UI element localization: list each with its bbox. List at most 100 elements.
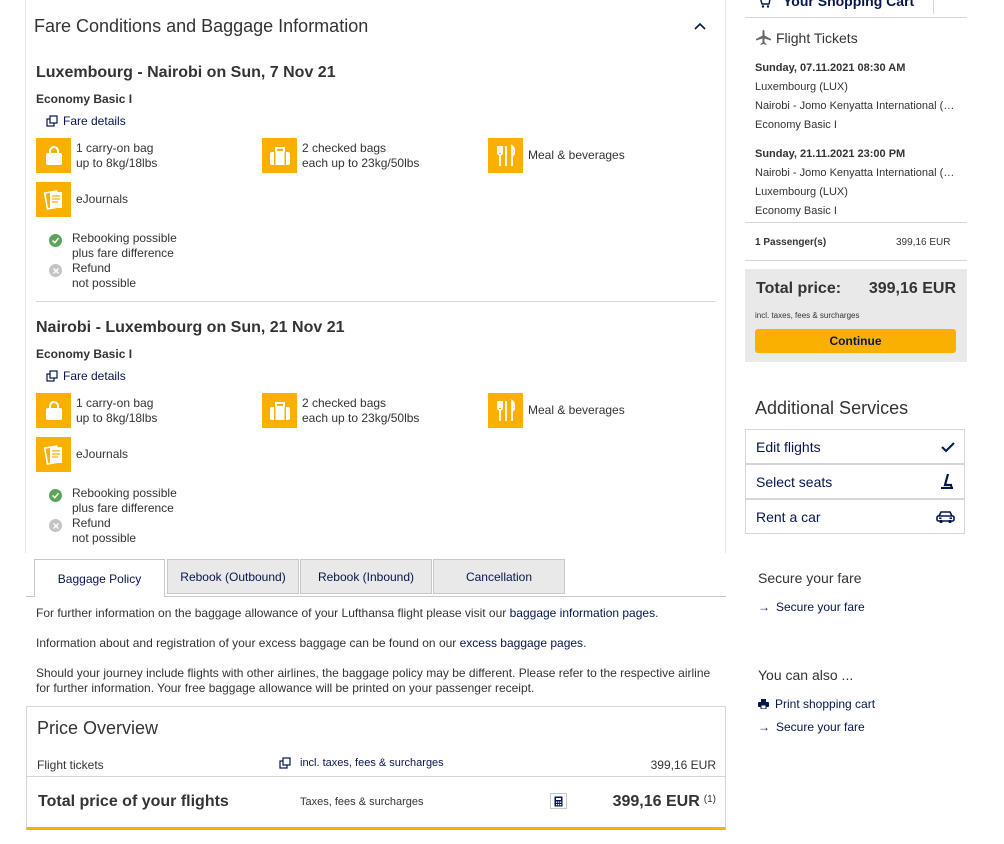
chevron-up-icon[interactable] (693, 20, 707, 34)
excess-baggage-link[interactable]: excess baggage pages (460, 636, 583, 650)
ejournal-icon (36, 437, 71, 472)
accordion-title[interactable]: Fare Conditions and Baggage Information (34, 16, 368, 37)
refund-line1: Refund (72, 261, 111, 275)
meal-feature: Meal & beverages (488, 138, 625, 173)
outbound-fare: Economy Basic I (755, 119, 837, 131)
flight-tickets-title: Flight Tickets (776, 29, 858, 46)
baggage-info-link[interactable]: baggage information pages (510, 606, 655, 620)
shopping-cart-title: Your Shopping Cart (783, 0, 915, 9)
rebooking-condition-inbound: Rebooking possible plus fare difference (49, 486, 177, 516)
calculator-icon[interactable] (550, 793, 567, 809)
inbound-fare: Economy Basic I (755, 205, 837, 217)
tab-cancellation[interactable]: Cancellation (433, 559, 565, 594)
rebooking-line1: Rebooking possible (72, 231, 177, 245)
refund-condition-outbound: Refund not possible (49, 261, 136, 291)
rebooking-line1: Rebooking possible (72, 486, 177, 500)
airplane-icon (756, 30, 771, 45)
car-icon (936, 510, 955, 523)
carry-on-bag-icon (36, 138, 71, 173)
fare-details-label: Fare details (63, 369, 126, 383)
carry-on-bag-icon (36, 393, 71, 428)
x-circle-icon (49, 264, 62, 277)
rebooking-condition-outbound: Rebooking possible plus fare difference (49, 231, 177, 261)
rebooking-line2: plus fare difference (72, 246, 174, 260)
carry-on-line2: up to 8kg/18lbs (76, 410, 158, 425)
policy-text-end: . (583, 636, 587, 650)
total-price-box: Total price: 399,16 EUR incl. taxes, fee… (745, 269, 967, 362)
outbound-date: Sunday, 07.11.2021 08:30 AM (755, 62, 906, 74)
fare-details-link-inbound[interactable]: Fare details (46, 369, 126, 383)
you-can-also-heading: You can also ... (758, 667, 854, 683)
divider (745, 260, 967, 261)
passengers-label: 1 Passenger(s) (755, 237, 827, 248)
inbound-segment: Sunday, 21.11.2021 23:00 PM Nairobi - Jo… (755, 147, 965, 218)
total-amount: 399,16 EUR (612, 793, 700, 810)
select-seats-button[interactable]: Select seats (745, 464, 965, 499)
checked-line2: each up to 23kg/50lbs (302, 155, 420, 170)
outbound-from: Luxembourg (LUX) (755, 81, 848, 93)
arrow-right-icon: → (758, 720, 770, 734)
external-window-icon (46, 115, 58, 127)
refund-line1: Refund (72, 516, 111, 530)
checked-line2: each up to 23kg/50lbs (302, 410, 420, 425)
tab-rebook-inbound[interactable]: Rebook (Inbound) (300, 559, 432, 594)
rent-a-car-button[interactable]: Rent a car (745, 499, 965, 534)
check-circle-icon (49, 489, 62, 502)
tab-baggage-policy[interactable]: Baggage Policy (34, 559, 165, 597)
inbound-to: Luxembourg (LUX) (755, 186, 848, 198)
secure-fare-link-label: Secure your fare (776, 720, 865, 734)
meal-feature: Meal & beverages (488, 393, 625, 428)
inbound-from: Nairobi - Jomo Kenyatta International (… (755, 167, 955, 179)
total-price-label: Total price: (756, 280, 842, 297)
carry-on-line1: 1 carry-on bag (76, 140, 154, 155)
policy-paragraph-2: Information about and registration of yo… (36, 636, 716, 651)
printer-icon (758, 699, 769, 709)
ejournal-icon (36, 182, 71, 217)
shopping-cart-header[interactable]: Your Shopping Cart (745, 0, 967, 18)
divider (745, 222, 967, 223)
external-window-icon (46, 370, 58, 382)
passengers-amount: 399,16 EUR (896, 237, 951, 248)
flight-tickets-heading: Flight Tickets (755, 29, 858, 46)
print-cart-label: Print shopping cart (775, 697, 876, 711)
cutlery-icon (488, 393, 523, 428)
incl-taxes-label: incl. taxes, fees & surcharges (300, 757, 444, 769)
divider (933, 0, 934, 14)
checked-bags-feature: 2 checked bags each up to 23kg/50lbs (262, 393, 419, 428)
checkmark-icon (941, 441, 955, 452)
edit-flights-button[interactable]: Edit flights (745, 429, 965, 464)
meal-label: Meal & beverages (528, 403, 625, 417)
carry-on-line2: up to 8kg/18lbs (76, 155, 158, 170)
x-circle-icon (49, 519, 62, 532)
price-overview-title: Price Overview (37, 718, 159, 738)
tickets-amount: 399,16 EUR (650, 758, 716, 772)
meal-label: Meal & beverages (528, 148, 625, 162)
suitcase-icon (262, 393, 297, 428)
refund-condition-inbound: Refund not possible (49, 516, 136, 546)
select-seats-label: Select seats (756, 473, 833, 490)
secure-fare-heading: Secure your fare (758, 570, 862, 586)
fare-class-inbound: Economy Basic I (36, 347, 133, 361)
rebooking-line2: plus fare difference (72, 501, 174, 515)
incl-taxes-link[interactable]: incl. taxes, fees & surcharges (279, 757, 444, 769)
carry-on-line1: 1 carry-on bag (76, 395, 154, 410)
seat-icon (941, 473, 953, 489)
footnote-mark: (1) (703, 794, 716, 805)
checked-line1: 2 checked bags (302, 395, 387, 410)
additional-services-title: Additional Services (755, 398, 909, 418)
checked-bags-feature: 2 checked bags each up to 23kg/50lbs (262, 138, 419, 173)
external-window-icon (279, 757, 291, 769)
continue-button[interactable]: Continue (755, 329, 956, 353)
fare-class-outbound: Economy Basic I (36, 92, 133, 106)
taxes-label: Taxes, fees & surcharges (300, 796, 424, 808)
secure-fare-link[interactable]: → Secure your fare (758, 600, 865, 614)
tab-rebook-outbound[interactable]: Rebook (Outbound) (167, 559, 299, 594)
policy-text-end: . (655, 606, 659, 620)
fare-details-link-outbound[interactable]: Fare details (46, 114, 126, 128)
secure-fare-link-2[interactable]: → Secure your fare (758, 720, 865, 734)
print-cart-link[interactable]: Print shopping cart (758, 697, 875, 711)
ejournals-label: eJournals (76, 192, 129, 206)
refund-line2: not possible (72, 276, 137, 290)
divider (27, 776, 725, 777)
cart-icon (760, 0, 771, 8)
